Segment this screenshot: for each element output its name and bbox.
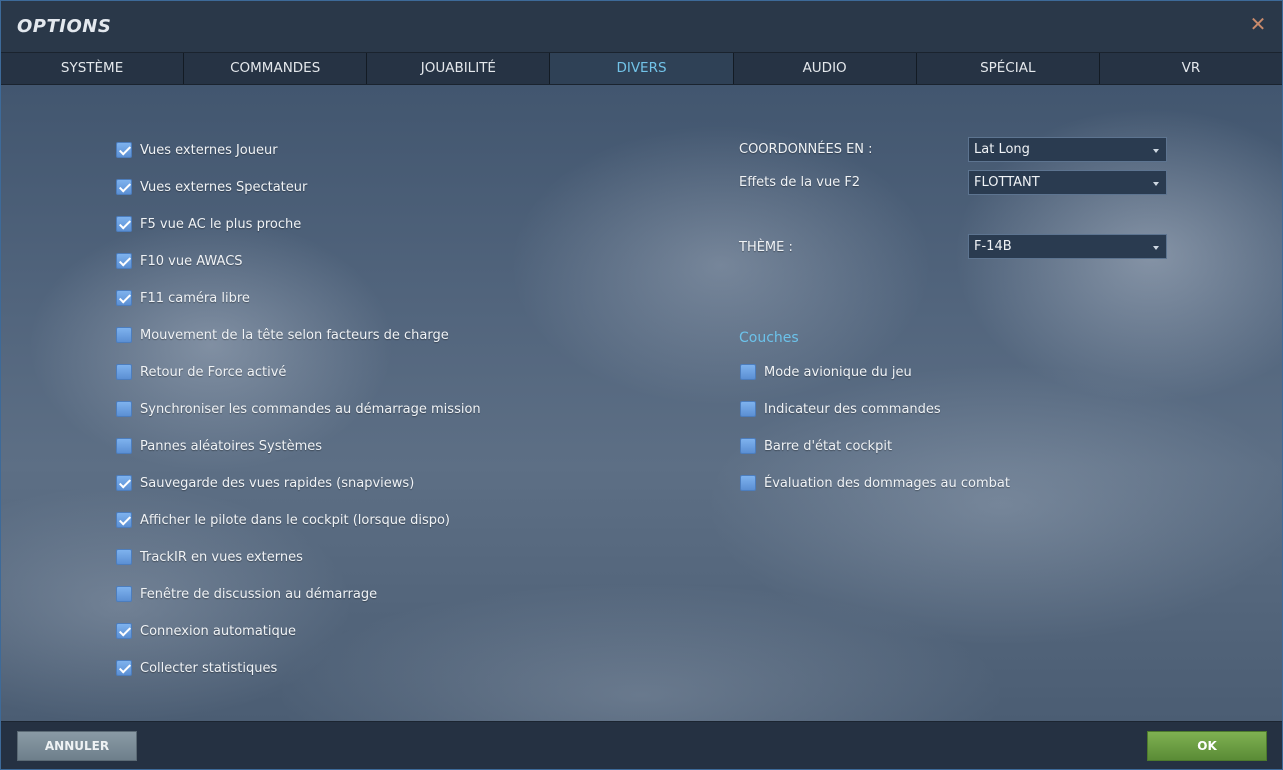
option-label: TrackIR en vues externes (140, 549, 303, 565)
option-f11-free-camera[interactable]: F11 caméra libre (116, 287, 250, 309)
checkbox[interactable] (116, 586, 132, 602)
checkbox[interactable] (116, 216, 132, 232)
select-value: F-14B (974, 239, 1012, 254)
checkbox[interactable] (740, 475, 756, 491)
option-label: Synchroniser les commandes au démarrage … (140, 401, 481, 417)
select-value: FLOTTANT (974, 175, 1040, 190)
option-f5-nearest-ac[interactable]: F5 vue AC le plus proche (116, 213, 301, 235)
coordinates-select[interactable]: Lat Long (968, 137, 1167, 162)
option-label: F5 vue AC le plus proche (140, 216, 302, 232)
checkbox[interactable] (740, 401, 756, 417)
option-combat-damage-assessment[interactable]: Évaluation des dommages au combat (740, 472, 1010, 494)
option-save-snapviews[interactable]: Sauvegarde des vues rapides (snapviews) (116, 472, 414, 494)
checkbox[interactable] (740, 364, 756, 380)
option-random-failures[interactable]: Pannes aléatoires Systèmes (116, 435, 322, 457)
footer-bar: ANNULER OK (1, 721, 1282, 769)
checkbox[interactable] (116, 623, 132, 639)
option-label: Afficher le pilote dans le cockpit (lors… (140, 512, 450, 528)
options-window: OPTIONS ✕ SYSTÈME COMMANDES JOUABILITÉ D… (0, 0, 1283, 770)
option-game-avionics-mode[interactable]: Mode avionique du jeu (740, 361, 912, 383)
chevron-down-icon (1153, 149, 1159, 153)
ok-button[interactable]: OK (1147, 731, 1267, 761)
checkbox[interactable] (116, 660, 132, 676)
option-controls-indicator[interactable]: Indicateur des commandes (740, 398, 941, 420)
checkbox[interactable] (740, 438, 756, 454)
f2-effects-label: Effets de la vue F2 (739, 175, 861, 190)
option-force-feedback[interactable]: Retour de Force activé (116, 361, 286, 383)
option-label: F10 vue AWACS (140, 253, 243, 269)
checkbox[interactable] (116, 438, 132, 454)
checkbox[interactable] (116, 253, 132, 269)
cancel-button[interactable]: ANNULER (17, 731, 137, 761)
chevron-down-icon (1153, 182, 1159, 186)
option-label: Connexion automatique (140, 623, 296, 639)
option-label: Vues externes Joueur (140, 142, 278, 158)
tab-commandes[interactable]: COMMANDES (184, 53, 368, 84)
checkbox[interactable] (116, 290, 132, 306)
option-external-views-spectator[interactable]: Vues externes Spectateur (116, 176, 307, 198)
option-trackir-external[interactable]: TrackIR en vues externes (116, 546, 303, 568)
option-show-pilot[interactable]: Afficher le pilote dans le cockpit (lors… (116, 509, 450, 531)
checkbox[interactable] (116, 142, 132, 158)
option-label: Fenêtre de discussion au démarrage (140, 586, 378, 602)
option-label: Collecter statistiques (140, 660, 278, 676)
option-auto-login[interactable]: Connexion automatique (116, 620, 296, 642)
theme-label: THÈME : (739, 240, 793, 255)
option-label: Retour de Force activé (140, 364, 287, 380)
checkbox[interactable] (116, 549, 132, 565)
tab-special[interactable]: SPÉCIAL (916, 53, 1100, 84)
checkbox[interactable] (116, 364, 132, 380)
checkbox[interactable] (116, 475, 132, 491)
option-label: Vues externes Spectateur (140, 179, 308, 195)
tab-vr[interactable]: VR (1099, 53, 1282, 84)
option-label: Mode avionique du jeu (764, 364, 912, 380)
checkbox[interactable] (116, 179, 132, 195)
option-external-views-player[interactable]: Vues externes Joueur (116, 139, 278, 161)
tab-bar: SYSTÈME COMMANDES JOUABILITÉ DIVERS AUDI… (1, 52, 1282, 85)
theme-select[interactable]: F-14B (968, 234, 1167, 259)
option-collect-stats[interactable]: Collecter statistiques (116, 657, 277, 679)
option-label: Barre d'état cockpit (764, 438, 893, 454)
chevron-down-icon (1153, 246, 1159, 250)
tab-audio[interactable]: AUDIO (733, 53, 917, 84)
window-title: OPTIONS (17, 16, 112, 37)
option-cockpit-status-bar[interactable]: Barre d'état cockpit (740, 435, 892, 457)
tab-systeme[interactable]: SYSTÈME (1, 53, 185, 84)
option-label: Évaluation des dommages au combat (764, 475, 1010, 491)
checkbox[interactable] (116, 401, 132, 417)
option-label: Sauvegarde des vues rapides (snapviews) (140, 475, 415, 491)
option-label: Mouvement de la tête selon facteurs de c… (140, 327, 449, 343)
tab-divers[interactable]: DIVERS (550, 53, 734, 84)
coordinates-label: COORDONNÉES EN : (739, 142, 873, 157)
f2-effects-select[interactable]: FLOTTANT (968, 170, 1167, 195)
option-label: F11 caméra libre (140, 290, 250, 306)
option-label: Indicateur des commandes (764, 401, 941, 417)
option-head-movement-g[interactable]: Mouvement de la tête selon facteurs de c… (116, 324, 449, 346)
checkbox[interactable] (116, 327, 132, 343)
layers-section-title: Couches (739, 330, 799, 346)
option-f10-awacs[interactable]: F10 vue AWACS (116, 250, 243, 272)
select-value: Lat Long (974, 142, 1030, 157)
tab-jouabilite[interactable]: JOUABILITÉ (367, 53, 551, 84)
option-label: Pannes aléatoires Systèmes (140, 438, 323, 454)
option-sync-controls[interactable]: Synchroniser les commandes au démarrage … (116, 398, 481, 420)
option-chat-window[interactable]: Fenêtre de discussion au démarrage (116, 583, 377, 605)
close-icon[interactable]: ✕ (1248, 14, 1268, 34)
checkbox[interactable] (116, 512, 132, 528)
title-bar: OPTIONS ✕ (1, 1, 1282, 52)
